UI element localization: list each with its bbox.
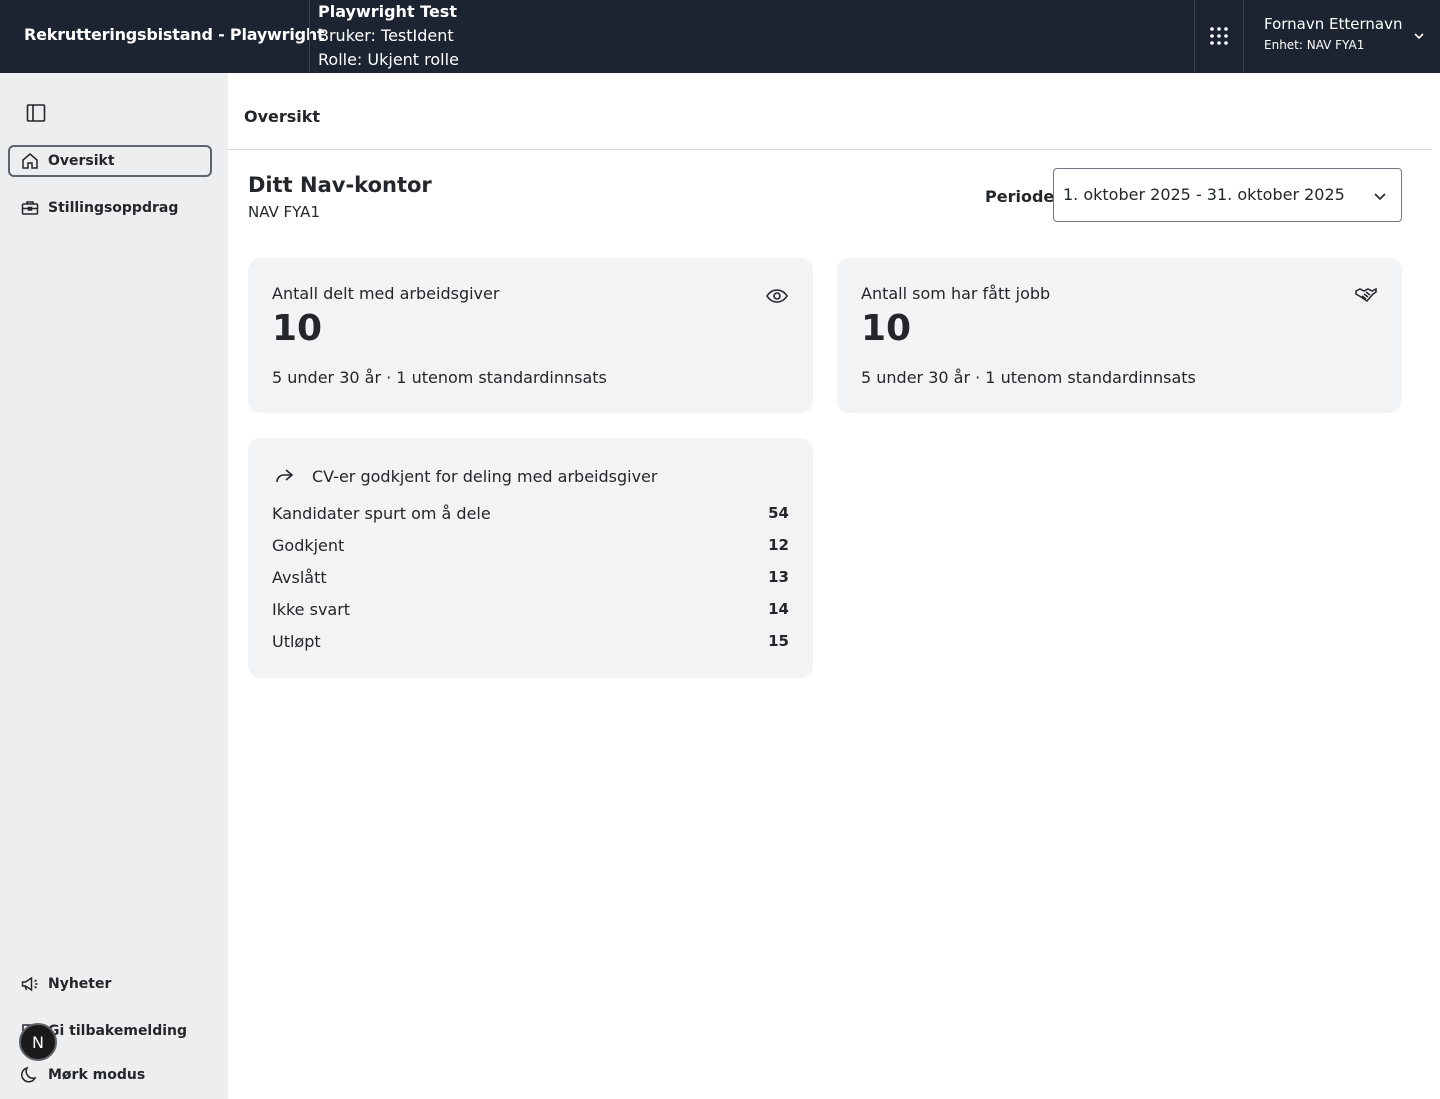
share-arrow-icon [276,469,294,483]
cv-stat-row: Avslått 13 [272,565,789,589]
stat-card-subtext: 5 under 30 år · 1 utenom standardinnsats [861,368,1196,387]
chevron-down-icon [1374,193,1386,201]
cv-stat-value: 54 [768,504,789,522]
avatar-letter: N [32,1032,44,1052]
environment-role: Rolle: Ukjent rolle [318,50,459,69]
home-icon [20,151,40,171]
office-heading: Ditt Nav-kontor [248,173,432,197]
periode-label: Periode [985,187,1055,206]
cv-approval-card: CV-er godkjent for deling med arbeidsgiv… [248,438,813,678]
sidebar-item-oversikt[interactable]: Oversikt [8,145,212,177]
cv-stat-row: Kandidater spurt om å dele 54 [272,501,789,525]
user-name: Fornavn Etternavn [1264,15,1403,33]
sidebar-item-nyheter[interactable]: Nyheter [8,968,212,1000]
cv-stat-label: Godkjent [272,535,345,555]
sidebar-item-label: Gi tilbakemelding [48,1023,188,1039]
main-content: Oversikt Ditt Nav-kontor NAV FYA1 Period… [228,81,1432,1099]
sidebar-collapse-button[interactable] [24,101,48,125]
sidebar-item-label: Mørk modus [48,1067,146,1083]
stat-card-shared: Antall delt med arbeidsgiver 10 5 under … [248,258,813,413]
cv-card-title: CV-er godkjent for deling med arbeidsgiv… [312,466,658,486]
user-unit: Enhet: NAV FYA1 [1264,38,1365,52]
stat-card-label: Antall som har fått jobb [861,284,1051,303]
n-avatar-button[interactable]: N [19,1023,57,1061]
sidebar-item-label: Oversikt [48,153,115,169]
cv-stat-label: Utløpt [272,631,321,651]
sidebar-toggle-icon [26,104,46,122]
handshake-icon [1355,287,1377,302]
cv-stat-row: Utløpt 15 [272,629,789,653]
grid-icon [1210,27,1228,45]
cv-card-header: CV-er godkjent for deling med arbeidsgiv… [272,464,657,488]
office-unit: NAV FYA1 [248,203,320,221]
cv-stat-label: Ikke svart [272,599,351,619]
stat-card-value: 10 [861,308,912,349]
stat-card-subtext: 5 under 30 år · 1 utenom standardinnsats [272,368,607,387]
cv-stat-row: Godkjent 12 [272,533,789,557]
sidebar-item-dark-mode[interactable]: Mørk modus [8,1059,212,1091]
sidebar: Oversikt Stillingsoppdrag Nyheter Gi til… [0,73,228,1099]
stat-card-value: 10 [272,308,323,349]
periode-selected-value: 1. oktober 2025 - 31. oktober 2025 [1063,185,1345,204]
sidebar-item-stillingsoppdrag[interactable]: Stillingsoppdrag [8,192,212,224]
periode-select[interactable]: 1. oktober 2025 - 31. oktober 2025 [1053,168,1402,222]
cv-stat-label: Kandidater spurt om å dele [272,503,491,523]
page-header: Oversikt [228,81,1432,150]
eye-icon [766,289,788,303]
page-title: Oversikt [244,107,321,126]
cv-stat-value: 15 [768,632,789,650]
apps-menu-button[interactable] [1195,0,1243,72]
environment-info: Playwright Test Bruker: TestIdent Rolle:… [318,0,459,72]
stat-card-label: Antall delt med arbeidsgiver [272,284,500,303]
moon-icon [20,1065,40,1085]
stat-card-hired: Antall som har fått jobb 10 5 under 30 å… [837,258,1402,413]
megaphone-icon [20,974,40,994]
header-divider [309,0,310,72]
cv-stat-value: 14 [768,600,789,618]
briefcase-icon [20,198,40,218]
app-title-link[interactable]: Rekrutteringsbistand - Playwright [24,0,325,72]
sidebar-item-label: Nyheter [48,976,112,992]
cv-stat-value: 13 [768,568,789,586]
cv-stat-label: Avslått [272,567,327,587]
top-header: Rekrutteringsbistand - Playwright Playwr… [0,0,1440,73]
cv-stat-row: Ikke svart 14 [272,597,789,621]
environment-name: Playwright Test [318,2,457,21]
environment-user: Bruker: TestIdent [318,26,454,45]
sidebar-item-label: Stillingsoppdrag [48,200,179,216]
chevron-down-icon [1414,33,1424,40]
user-menu-button[interactable]: Fornavn Etternavn Enhet: NAV FYA1 [1244,0,1440,72]
cv-stat-value: 12 [768,536,789,554]
